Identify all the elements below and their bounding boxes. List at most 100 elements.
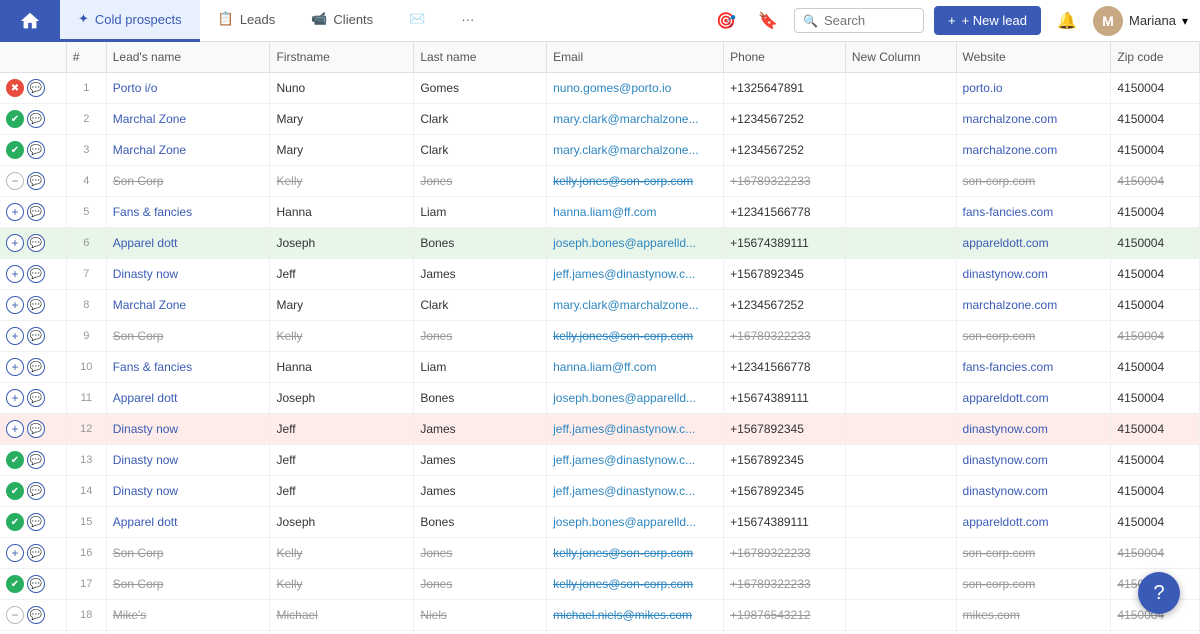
chat-icon[interactable]: 💬	[27, 265, 45, 283]
chat-icon[interactable]: 💬	[27, 234, 45, 252]
email-cell[interactable]: hanna.liam@ff.com	[547, 352, 724, 383]
lead-name-link[interactable]: Dinasty now	[113, 267, 178, 281]
add-icon[interactable]: +	[6, 234, 24, 252]
lead-name-cell[interactable]: Marchal Zone	[106, 290, 270, 321]
lead-name-cell[interactable]: Marchal Zone	[106, 104, 270, 135]
lead-name-cell[interactable]: Apparel dott	[106, 228, 270, 259]
tab-clients[interactable]: 📹 Clients	[293, 0, 391, 42]
website-cell[interactable]: mikes.com	[956, 600, 1111, 631]
lead-name-link[interactable]: Dinasty now	[113, 422, 178, 436]
col-header-lastname[interactable]: Last name	[414, 42, 547, 73]
website-cell[interactable]: appareldott.com	[956, 228, 1111, 259]
lead-name-link[interactable]: Marchal Zone	[113, 143, 186, 157]
lead-name-cell[interactable]: Marchal Zone	[106, 135, 270, 166]
email-link[interactable]: joseph.bones@apparelld...	[553, 391, 696, 405]
website-link[interactable]: dinastynow.com	[963, 453, 1048, 467]
lead-name-link[interactable]: Apparel dott	[113, 236, 178, 250]
website-link[interactable]: fans-fancies.com	[963, 205, 1054, 219]
lead-name-cell[interactable]: Son Corp	[106, 321, 270, 352]
add-icon[interactable]: +	[6, 265, 24, 283]
chat-icon[interactable]: 💬	[27, 327, 45, 345]
website-cell[interactable]: fans-fancies.com	[956, 197, 1111, 228]
email-cell[interactable]: mary.clark@marchalzone...	[547, 135, 724, 166]
email-cell[interactable]: michael.niels@mikes.com	[547, 600, 724, 631]
lead-name-link[interactable]: Mike's	[113, 608, 147, 622]
chat-icon[interactable]: 💬	[27, 575, 45, 593]
lead-name-link[interactable]: Son Corp	[113, 329, 164, 343]
lead-name-link[interactable]: Dinasty now	[113, 484, 178, 498]
website-link[interactable]: son-corp.com	[963, 329, 1036, 343]
website-link[interactable]: appareldott.com	[963, 236, 1049, 250]
website-link[interactable]: son-corp.com	[963, 577, 1036, 591]
website-cell[interactable]: dinastynow.com	[956, 259, 1111, 290]
status-icon-green[interactable]: ✔	[6, 141, 24, 159]
website-link[interactable]: fans-fancies.com	[963, 360, 1054, 374]
col-header-firstname[interactable]: Firstname	[270, 42, 414, 73]
lead-name-cell[interactable]: Dinasty now	[106, 476, 270, 507]
tab-leads[interactable]: 📋 Leads	[200, 0, 294, 42]
website-cell[interactable]: son-corp.com	[956, 321, 1111, 352]
website-cell[interactable]: dinastynow.com	[956, 476, 1111, 507]
status-icon-green[interactable]: ✔	[6, 482, 24, 500]
chat-icon[interactable]: 💬	[27, 606, 45, 624]
col-header-email[interactable]: Email	[547, 42, 724, 73]
chat-icon[interactable]: 💬	[27, 79, 45, 97]
col-header-website[interactable]: Website	[956, 42, 1111, 73]
chat-icon[interactable]: 💬	[27, 358, 45, 376]
email-link[interactable]: jeff.james@dinastynow.c...	[553, 453, 695, 467]
email-cell[interactable]: mary.clark@marchalzone...	[547, 631, 724, 634]
email-link[interactable]: jeff.james@dinastynow.c...	[553, 422, 695, 436]
add-icon[interactable]: +	[6, 358, 24, 376]
lead-name-link[interactable]: Apparel dott	[113, 391, 178, 405]
website-cell[interactable]: fans-fancies.com	[956, 352, 1111, 383]
add-icon[interactable]: +	[6, 203, 24, 221]
new-lead-button[interactable]: + + New lead	[934, 6, 1041, 35]
lead-name-cell[interactable]: Fans & fancies	[106, 197, 270, 228]
chat-icon[interactable]: 💬	[27, 296, 45, 314]
website-link[interactable]: mikes.com	[963, 608, 1020, 622]
lead-name-cell[interactable]: Son Corp	[106, 569, 270, 600]
email-link[interactable]: nuno.gomes@porto.io	[553, 81, 671, 95]
website-cell[interactable]: marchalzone.com	[956, 290, 1111, 321]
website-cell[interactable]: dinastynow.com	[956, 414, 1111, 445]
email-cell[interactable]: jeff.james@dinastynow.c...	[547, 414, 724, 445]
home-button[interactable]	[0, 0, 60, 42]
chat-icon[interactable]: 💬	[27, 451, 45, 469]
website-cell[interactable]: son-corp.com	[956, 569, 1111, 600]
lead-name-cell[interactable]: Son Corp	[106, 538, 270, 569]
email-cell[interactable]: jeff.james@dinastynow.c...	[547, 259, 724, 290]
website-link[interactable]: dinastynow.com	[963, 422, 1048, 436]
website-link[interactable]: son-corp.com	[963, 546, 1036, 560]
lead-name-link[interactable]: Marchal Zone	[113, 112, 186, 126]
email-cell[interactable]: joseph.bones@apparelld...	[547, 507, 724, 538]
email-link[interactable]: mary.clark@marchalzone...	[553, 143, 698, 157]
tab-cold-prospects[interactable]: ✦ Cold prospects	[60, 0, 200, 42]
email-cell[interactable]: jeff.james@dinastynow.c...	[547, 476, 724, 507]
lead-name-link[interactable]: Son Corp	[113, 577, 164, 591]
email-cell[interactable]: joseph.bones@apparelld...	[547, 383, 724, 414]
email-link[interactable]: kelly.jones@son-corp.com	[553, 329, 693, 343]
chat-icon[interactable]: 💬	[27, 110, 45, 128]
chat-icon[interactable]: 💬	[27, 544, 45, 562]
search-box[interactable]: 🔍	[794, 8, 924, 33]
website-link[interactable]: porto.io	[963, 81, 1003, 95]
bookmark-icon-btn[interactable]: 🔖	[752, 5, 784, 37]
lead-name-cell[interactable]: Fans & fancies	[106, 352, 270, 383]
lead-name-cell[interactable]: Apparel dott	[106, 383, 270, 414]
add-icon[interactable]: +	[6, 544, 24, 562]
chat-icon[interactable]: 💬	[27, 389, 45, 407]
website-cell[interactable]: appareldott.com	[956, 383, 1111, 414]
email-cell[interactable]: mary.clark@marchalzone...	[547, 290, 724, 321]
website-cell[interactable]: marchalzone.com	[956, 631, 1111, 634]
notifications-icon-btn[interactable]: 🔔	[1051, 5, 1083, 37]
lead-name-cell[interactable]: Apparel dott	[106, 507, 270, 538]
add-icon[interactable]: +	[6, 296, 24, 314]
email-link[interactable]: michael.niels@mikes.com	[553, 608, 692, 622]
email-cell[interactable]: kelly.jones@son-corp.com	[547, 538, 724, 569]
add-icon[interactable]: +	[6, 327, 24, 345]
website-link[interactable]: marchalzone.com	[963, 143, 1058, 157]
col-header-phone[interactable]: Phone	[724, 42, 846, 73]
lead-name-link[interactable]: Marchal Zone	[113, 298, 186, 312]
email-link[interactable]: jeff.james@dinastynow.c...	[553, 484, 695, 498]
lead-name-link[interactable]: Apparel dott	[113, 515, 178, 529]
